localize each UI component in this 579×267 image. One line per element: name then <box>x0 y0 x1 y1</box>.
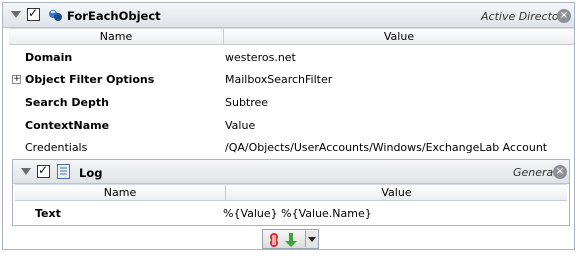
property-value[interactable]: %{Value} %{Value.Name} <box>223 207 372 220</box>
activity-toolbar <box>262 229 319 249</box>
property-name: Search Depth <box>25 96 109 109</box>
collapse-triangle-icon[interactable] <box>21 168 31 175</box>
property-name: Domain <box>25 51 73 64</box>
property-row-contextname[interactable]: ContextName Value <box>11 114 571 136</box>
name-column-header: Name <box>99 30 133 43</box>
activity-enabled-checkbox[interactable]: ✓ <box>27 6 40 21</box>
property-row-domain[interactable]: Domain westeros.net <box>11 46 571 68</box>
value-column-header: Value <box>381 186 412 199</box>
property-value[interactable]: /QA/Objects/UserAccounts/Windows/Exchang… <box>225 141 547 154</box>
checkmark-icon: ✓ <box>28 6 39 20</box>
property-value[interactable]: Value <box>225 119 255 132</box>
log-document-icon <box>57 164 70 179</box>
property-name: ContextName <box>25 119 110 132</box>
property-row-credentials[interactable]: Credentials /QA/Objects/UserAccounts/Win… <box>11 136 571 158</box>
close-activity-icon[interactable]: × <box>557 9 571 23</box>
checkmark-icon: ✓ <box>38 163 49 177</box>
stop-icon[interactable] <box>267 232 281 248</box>
log-enabled-checkbox[interactable]: ✓ <box>37 163 50 178</box>
log-column-header: Name Value <box>15 184 567 201</box>
property-row-search-depth[interactable]: Search Depth Subtree <box>11 91 571 113</box>
property-row-object-filter-options[interactable]: + Object Filter Options MailboxSearchFil… <box>11 68 571 90</box>
activity-header: ✓ ForEachObject Active Directory × <box>3 3 574 28</box>
log-activity-header: ✓ Log General × <box>13 160 569 184</box>
active-directory-icon <box>49 10 62 21</box>
close-log-icon[interactable]: × <box>553 165 567 179</box>
column-header: Name Value <box>9 28 574 45</box>
activity-title: ForEachObject <box>67 9 161 23</box>
property-value[interactable]: MailboxSearchFilter <box>225 73 332 86</box>
property-value[interactable]: westeros.net <box>225 51 296 64</box>
log-category: General <box>513 166 557 179</box>
value-column-header: Value <box>383 30 415 43</box>
collapse-triangle-icon[interactable] <box>11 11 21 18</box>
download-icon[interactable] <box>285 232 297 248</box>
log-activity-panel: ✓ Log General × Name Value Text %{Value}… <box>12 159 570 226</box>
property-name: Credentials <box>25 141 88 154</box>
property-name: Object Filter Options <box>25 73 155 86</box>
dropdown-arrow-icon[interactable] <box>305 231 317 247</box>
property-value[interactable]: Subtree <box>225 96 268 109</box>
property-row-text[interactable]: Text %{Value} %{Value.Name} <box>21 202 566 224</box>
property-name: Text <box>35 207 61 220</box>
name-column-header: Name <box>103 186 137 199</box>
log-title: Log <box>79 166 103 180</box>
expand-plus-icon[interactable]: + <box>12 75 21 84</box>
